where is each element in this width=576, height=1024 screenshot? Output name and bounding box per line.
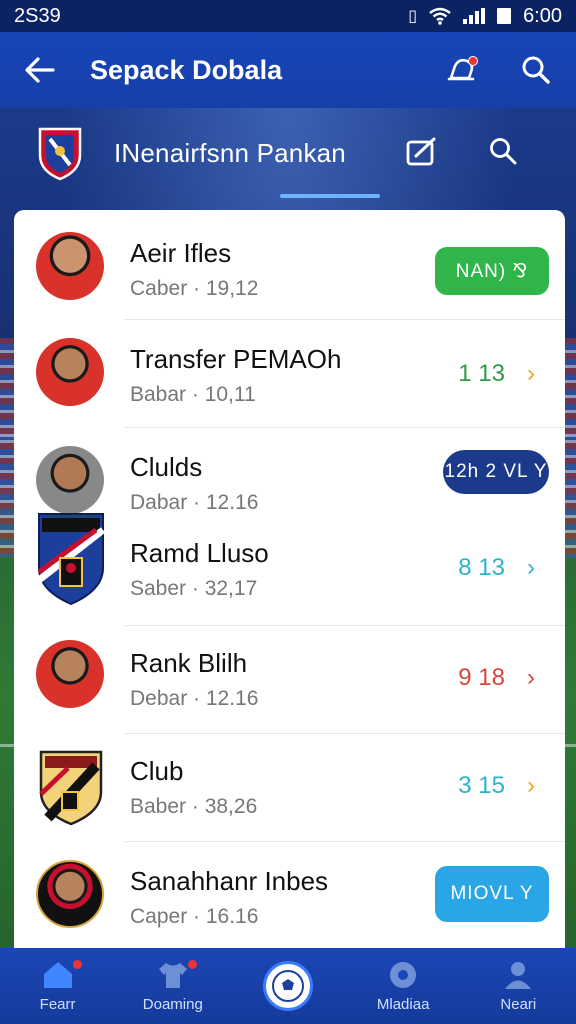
edit-button[interactable]	[406, 136, 438, 171]
avatar	[36, 860, 104, 928]
list-item[interactable]: Rank Blilh Debar · 12.16 9 18 ›	[14, 626, 565, 734]
row-title: Ramd Lluso	[130, 538, 269, 568]
score-value: 8 13	[458, 554, 505, 581]
app-title: Sepack Dobala	[90, 54, 283, 85]
search-icon	[490, 137, 517, 164]
row-subtitle: Debar · 12.16	[130, 687, 259, 710]
row-title: Aeir Ifles	[130, 238, 232, 268]
profile-icon	[505, 961, 532, 989]
media-icon	[390, 961, 417, 988]
vibrate-icon: ▯	[408, 8, 418, 25]
action-pill-button[interactable]: NAN) ⅋	[435, 247, 549, 295]
header-indicator	[280, 194, 380, 198]
list-item[interactable]: Ramd Lluso Saber · 32,17 8 13 ›	[14, 508, 565, 626]
nav-item-home[interactable]: Fearr	[8, 959, 108, 1013]
tshirt-icon	[158, 962, 187, 988]
row-subtitle: Caber · 19,12	[130, 277, 259, 300]
pill-label: NAN) ⅋	[455, 260, 529, 282]
row-title: Clulds	[130, 452, 203, 482]
score-value: 3 15	[458, 772, 505, 799]
nav-label: Fearr	[39, 995, 76, 1013]
nav-label: Neari	[500, 995, 537, 1013]
avatar	[36, 446, 104, 514]
status-left-text: 2S39	[14, 4, 61, 27]
nav-item-media[interactable]: Mladiaa	[353, 960, 453, 1013]
league-header: INenairfsnn Pankan	[0, 108, 576, 198]
back-button[interactable]	[18, 48, 62, 92]
action-pill-button[interactable]: 12h 2 VL Y	[443, 450, 549, 494]
row-title: Rank Blilh	[130, 648, 248, 678]
score: 1 13 ›	[458, 360, 535, 388]
chevron-right-icon[interactable]: ›	[527, 360, 535, 388]
status-icons: ▯ 6:00	[408, 5, 562, 28]
avatar	[36, 338, 104, 406]
chevron-right-icon[interactable]: ›	[527, 554, 535, 582]
notification-badge	[468, 56, 478, 66]
battery-icon	[497, 8, 512, 24]
list-item[interactable]: Aeir Ifles Caber · 19,12 NAN) ⅋	[14, 210, 565, 320]
sub-search-button[interactable]	[488, 136, 518, 171]
club-list: Aeir Ifles Caber · 19,12 NAN) ⅋ Transfer…	[14, 210, 565, 948]
status-bar: 2S39 ▯ 6:00	[0, 0, 576, 32]
club-shield-icon	[39, 750, 103, 826]
bottom-nav: Fearr Doaming Mladiaa Neari	[0, 948, 576, 1024]
nav-label: Doaming	[142, 995, 203, 1013]
club-crest-icon	[38, 127, 82, 181]
row-subtitle: Baber · 38,26	[130, 795, 258, 818]
nav-item-matches[interactable]: Doaming	[123, 959, 223, 1013]
app-bar: Sepack Dobala	[0, 32, 576, 108]
score: 9 18 ›	[458, 664, 535, 692]
row-title: Sanahhanr Inbes	[130, 866, 329, 896]
chevron-right-icon[interactable]: ›	[527, 772, 535, 800]
edit-icon	[406, 137, 436, 165]
row-title: Club	[130, 756, 184, 786]
search-icon	[522, 56, 550, 84]
row-subtitle: Saber · 32,17	[130, 577, 258, 600]
search-button[interactable]	[514, 48, 558, 92]
list-item[interactable]: Clulds Dabar · 12.16 12h 2 VL Y	[14, 428, 565, 514]
row-subtitle: Caper · 16.16	[130, 905, 259, 928]
signal-icon	[463, 8, 486, 24]
status-time: 6:00	[523, 4, 562, 27]
chevron-right-icon[interactable]: ›	[527, 664, 535, 692]
score-value: 9 18	[458, 664, 505, 691]
nav-label: Mladiaa	[376, 995, 430, 1013]
action-pill-button[interactable]: MIOVL Y	[435, 866, 549, 922]
nav-item-profile[interactable]: Neari	[468, 960, 568, 1013]
score: 8 13 ›	[458, 554, 535, 582]
score-value: 1 13	[458, 360, 505, 387]
league-title: INenairfsnn Pankan	[114, 137, 346, 168]
back-arrow-icon	[25, 57, 55, 83]
club-shield-icon	[36, 513, 106, 606]
score: 3 15 ›	[458, 772, 535, 800]
row-title: Transfer PEMAOh	[130, 344, 342, 374]
list-item[interactable]: Transfer PEMAOh Babar · 10,11 1 13 ›	[14, 320, 565, 428]
row-subtitle: Babar · 10,11	[130, 383, 256, 406]
avatar	[36, 232, 104, 300]
soccer-ball-icon	[262, 961, 313, 1011]
home-icon	[43, 961, 72, 988]
nav-badge	[72, 959, 82, 969]
nav-item-center[interactable]	[238, 961, 338, 1011]
notifications-button[interactable]	[440, 48, 484, 92]
list-item[interactable]: Sanahhanr Inbes Caper · 16.16 MIOVL Y	[14, 842, 565, 948]
pill-label: MIOVL Y	[450, 883, 534, 904]
wifi-icon	[429, 7, 451, 25]
avatar	[36, 640, 104, 708]
list-item[interactable]: Club Baber · 38,26 3 15 ›	[14, 734, 565, 842]
pill-label: 12h 2 VL Y	[444, 461, 548, 482]
nav-badge	[187, 959, 197, 969]
